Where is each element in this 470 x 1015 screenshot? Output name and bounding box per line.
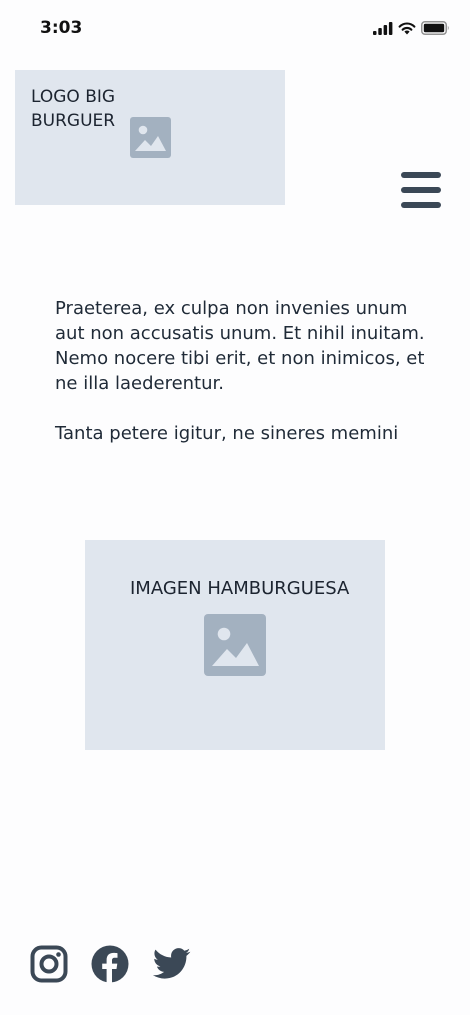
- cellular-signal-icon: [373, 21, 393, 35]
- status-icons: [373, 21, 450, 35]
- wifi-icon: [398, 22, 416, 35]
- social-links: [30, 945, 191, 983]
- status-time: 3:03: [40, 18, 83, 38]
- paragraph: Tanta petere igitur, ne sineres memini: [55, 423, 399, 444]
- hero-image-label: IMAGEN HAMBURGUESA: [130, 578, 350, 599]
- instagram-icon[interactable]: [30, 945, 68, 983]
- paragraph: Praeterea, ex culpa non invenies unum au…: [55, 298, 425, 394]
- battery-icon: [421, 21, 449, 35]
- intro-text: Praeterea, ex culpa non invenies unum au…: [55, 296, 440, 446]
- facebook-icon[interactable]: [91, 945, 129, 983]
- logo-placeholder[interactable]: LOGO BIG BURGUER: [15, 70, 285, 205]
- logo-text: LOGO BIG BURGUER: [31, 87, 116, 131]
- image-placeholder-icon: [204, 614, 266, 676]
- status-bar: 3:03: [0, 0, 470, 56]
- hamburger-menu-icon[interactable]: [400, 171, 442, 209]
- image-placeholder-icon: [130, 117, 171, 158]
- twitter-icon[interactable]: [153, 948, 191, 980]
- hero-image-placeholder: IMAGEN HAMBURGUESA: [85, 540, 385, 750]
